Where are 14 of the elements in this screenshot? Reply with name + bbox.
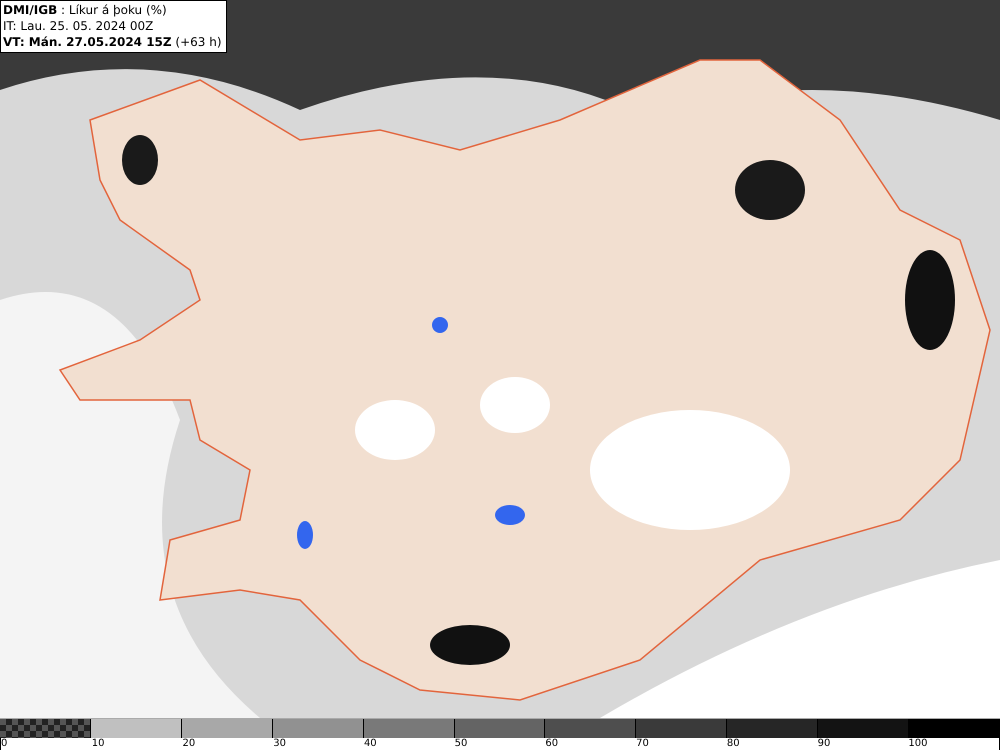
legend-label: 100: [908, 738, 928, 750]
legend-label: 70: [636, 738, 650, 750]
legend-label: 20: [182, 738, 196, 750]
legend-label: 10: [92, 738, 106, 750]
legend-label: 0: [1, 738, 8, 750]
legend-label: 80: [726, 738, 741, 750]
info-line: IT: Lau. 25. 05. 2024 00Z: [3, 18, 154, 34]
info-line: DMI/IGB : Líkur á þoku (%): [3, 2, 168, 18]
legend-label: 50: [454, 738, 468, 750]
legend-label: 60: [545, 738, 560, 750]
legend-label: 30: [273, 738, 287, 750]
legend-label: 90: [818, 738, 832, 750]
info-line: VT: Mán. 27.05.2024 15Z (+63 h): [3, 34, 222, 50]
legend-label: 40: [364, 738, 378, 750]
